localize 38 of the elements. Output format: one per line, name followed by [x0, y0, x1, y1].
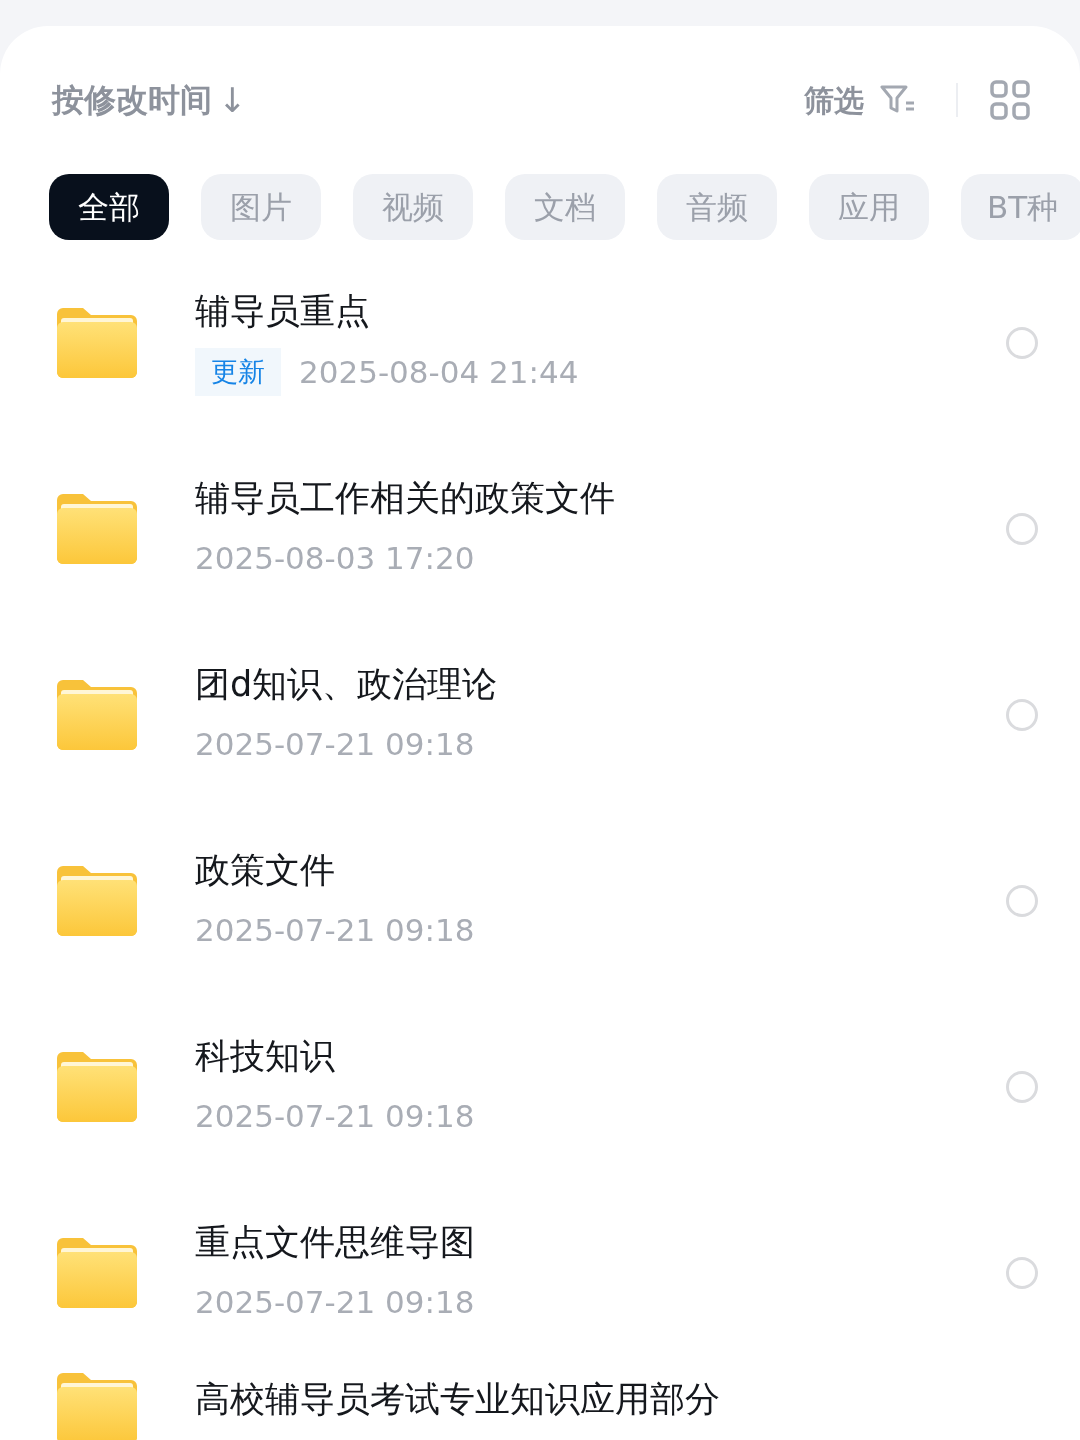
- category-tab[interactable]: 文档: [505, 174, 625, 240]
- sort-label[interactable]: 按修改时间: [52, 76, 212, 124]
- select-radio[interactable]: [1006, 885, 1038, 917]
- folder-icon: [57, 494, 137, 564]
- select-radio[interactable]: [1006, 513, 1038, 545]
- folder-name: 辅导员重点: [195, 289, 371, 332]
- folder-icon: [57, 1052, 137, 1122]
- folder-name: 辅导员工作相关的政策文件: [195, 476, 616, 519]
- category-tab[interactable]: BT种: [961, 174, 1080, 240]
- folder-icon: [57, 680, 137, 750]
- category-tab[interactable]: 应用: [809, 174, 929, 240]
- modified-date: 2025-07-21 09:18: [195, 724, 475, 764]
- folder-name: 团d知识、政治理论: [195, 662, 499, 705]
- category-tab[interactable]: 音频: [657, 174, 777, 240]
- select-radio[interactable]: [1006, 699, 1038, 731]
- modified-date: 2025-07-21 09:18: [195, 1096, 475, 1136]
- category-tab[interactable]: 视频: [353, 174, 473, 240]
- select-radio[interactable]: [1006, 1257, 1038, 1289]
- modified-date: 2025-08-04 21:44: [299, 352, 579, 392]
- sort-arrow[interactable]: ↓: [218, 74, 247, 126]
- filter-label[interactable]: 筛选: [804, 77, 864, 123]
- folder-icon: [57, 866, 137, 936]
- category-tab[interactable]: 图片: [201, 174, 321, 240]
- folder-icon: [57, 308, 137, 378]
- modified-date: 2025-07-21 09:18: [195, 910, 475, 950]
- folder-name: 科技知识: [195, 1034, 336, 1077]
- folder-icon: [57, 1373, 137, 1440]
- category-tab[interactable]: 全部: [49, 174, 169, 240]
- modified-date: 2025-07-21 09:18: [195, 1282, 475, 1322]
- grid-view-icon[interactable]: [990, 80, 1030, 120]
- folder-name: 高校辅导员考试专业知识应用部分: [195, 1378, 721, 1420]
- folder-name: 政策文件: [195, 848, 336, 891]
- update-tag: 更新: [195, 347, 281, 397]
- select-radio[interactable]: [1006, 327, 1038, 359]
- folder-icon: [57, 1238, 137, 1308]
- folder-name: 重点文件思维导图: [195, 1220, 476, 1263]
- select-radio[interactable]: [1006, 1071, 1038, 1103]
- modified-date: 2025-08-03 17:20: [195, 538, 475, 578]
